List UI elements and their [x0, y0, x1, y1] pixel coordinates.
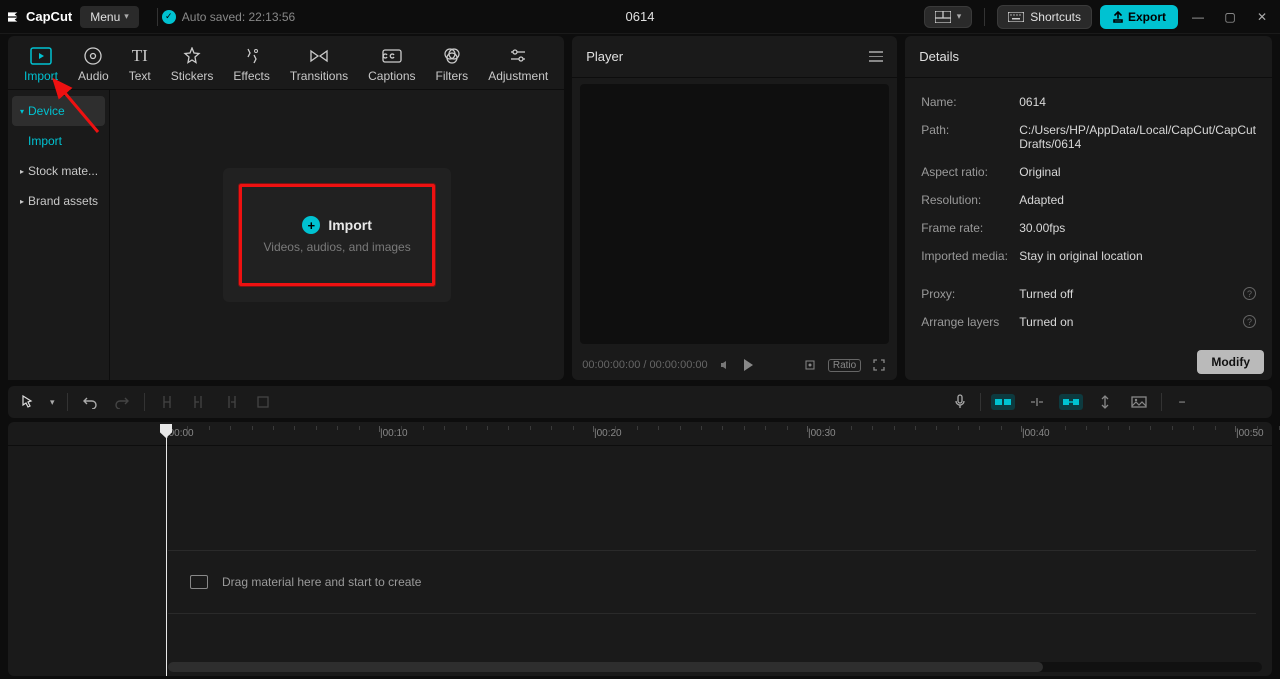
layout-button[interactable]: ▾ [924, 6, 973, 28]
text-icon: TI [129, 46, 151, 66]
player-header: Player [572, 36, 897, 78]
tool-dropdown[interactable]: ▾ [50, 397, 55, 408]
filters-icon [441, 46, 463, 66]
sidenav-device[interactable]: ▾Device [12, 96, 105, 126]
app-logo: CapCut [6, 9, 72, 25]
pointer-tool[interactable] [18, 392, 38, 412]
value-proxy: Turned off [1019, 287, 1243, 301]
minimize-button[interactable]: — [1186, 5, 1210, 29]
import-dropzone[interactable]: + Import Videos, audios, and images [223, 168, 451, 302]
label-aspect: Aspect ratio: [921, 165, 1019, 179]
import-area: + Import Videos, audios, and images [110, 90, 564, 380]
tab-transitions[interactable]: Transitions [280, 40, 358, 89]
auto-snap-button[interactable] [1025, 394, 1049, 410]
media-tabs: Import Audio TI Text Stickers Effects Tr… [8, 36, 564, 90]
timeline-tracks[interactable]: Drag material here and start to create [8, 446, 1272, 662]
redo-button[interactable] [112, 392, 132, 412]
volume-icon[interactable] [718, 357, 734, 373]
label-arrange: Arrange layers [921, 315, 1019, 329]
maximize-button[interactable]: ▢ [1218, 5, 1242, 29]
voiceover-button[interactable] [950, 392, 970, 412]
value-imported: Stay in original location [1019, 249, 1256, 263]
close-button[interactable]: ✕ [1250, 5, 1274, 29]
play-button[interactable] [744, 359, 753, 371]
tab-effects[interactable]: Effects [223, 40, 279, 89]
trim-right-button [221, 392, 241, 412]
tab-filters[interactable]: Filters [426, 40, 479, 89]
label-name: Name: [921, 95, 1019, 109]
player-viewport[interactable] [580, 84, 889, 344]
stickers-icon [181, 46, 203, 66]
separator [984, 8, 985, 26]
adjustment-icon [507, 46, 529, 66]
label-framerate: Frame rate: [921, 221, 1019, 235]
export-button[interactable]: Export [1100, 5, 1178, 29]
zoom-slider[interactable] [1202, 392, 1262, 412]
linkage-button[interactable] [1059, 394, 1083, 410]
zoom-out-button[interactable]: − [1172, 392, 1192, 412]
check-icon: ✓ [162, 10, 176, 24]
player-controls: 00:00:00:00 / 00:00:00:00 Ratio [572, 350, 897, 380]
time-display: 00:00:00:00 / 00:00:00:00 [582, 359, 707, 371]
delete-button [253, 392, 273, 412]
main-track-magnet-button[interactable] [991, 394, 1015, 410]
label-path: Path: [921, 123, 1019, 151]
trim-left-button [189, 392, 209, 412]
tab-audio[interactable]: Audio [68, 40, 119, 89]
scrollbar-thumb[interactable] [168, 662, 1043, 672]
help-icon[interactable]: ? [1243, 315, 1256, 328]
captions-icon [381, 46, 403, 66]
value-framerate: 30.00fps [1019, 221, 1256, 235]
effects-icon [241, 46, 263, 66]
tab-adjustment[interactable]: Adjustment [478, 40, 558, 89]
timeline-scrollbar[interactable] [168, 662, 1262, 672]
preview-axis-button[interactable] [1093, 394, 1117, 410]
label-imported: Imported media: [921, 249, 1019, 263]
value-arrange: Turned on [1019, 315, 1243, 329]
value-aspect: Original [1019, 165, 1256, 179]
tab-import[interactable]: Import [14, 40, 68, 89]
cover-button[interactable] [1127, 394, 1151, 410]
value-path: C:/Users/HP/AppData/Local/CapCut/CapCut … [1019, 123, 1256, 151]
ratio-button[interactable]: Ratio [828, 359, 861, 372]
timeline-panel: |00:00|00:10|00:20|00:30|00:40|00:50 Dra… [8, 422, 1272, 676]
shortcuts-button[interactable]: Shortcuts [997, 5, 1092, 29]
details-panel: Details Name:0614 Path:C:/Users/HP/AppDa… [905, 36, 1272, 380]
separator [157, 8, 158, 26]
timeline-toolbar: ▾ − [8, 386, 1272, 418]
tab-stickers[interactable]: Stickers [161, 40, 224, 89]
help-icon[interactable]: ? [1243, 287, 1256, 300]
player-menu-icon[interactable] [869, 51, 883, 62]
autosave-status: ✓ Auto saved: 22:13:56 [162, 10, 295, 24]
stabilize-icon[interactable] [802, 357, 818, 373]
modify-button[interactable]: Modify [1197, 350, 1264, 374]
sidenav-stock[interactable]: ▸Stock mate... [12, 156, 105, 186]
app-name: CapCut [26, 9, 72, 24]
value-resolution: Adapted [1019, 193, 1256, 207]
sidenav-brand[interactable]: ▸Brand assets [12, 186, 105, 216]
import-icon [30, 46, 52, 66]
timeline-ruler[interactable]: |00:00|00:10|00:20|00:30|00:40|00:50 [8, 422, 1272, 446]
details-header: Details [905, 36, 1272, 78]
tab-captions[interactable]: Captions [358, 40, 425, 89]
label-resolution: Resolution: [921, 193, 1019, 207]
menu-button[interactable]: Menu▾ [80, 6, 139, 28]
project-title: 0614 [626, 9, 655, 24]
label-proxy: Proxy: [921, 287, 1019, 301]
track-drop-hint: Drag material here and start to create [168, 550, 1256, 614]
media-panel: Import Audio TI Text Stickers Effects Tr… [8, 36, 564, 380]
undo-button[interactable] [80, 392, 100, 412]
film-icon [190, 575, 208, 589]
audio-icon [82, 46, 104, 66]
value-name: 0614 [1019, 95, 1256, 109]
split-button [157, 392, 177, 412]
annotation-highlight [239, 184, 435, 286]
tab-text[interactable]: TI Text [119, 40, 161, 89]
titlebar: CapCut Menu▾ ✓ Auto saved: 22:13:56 0614… [0, 0, 1280, 34]
fullscreen-icon[interactable] [871, 357, 887, 373]
player-panel: Player 00:00:00:00 / 00:00:00:00 Ratio [572, 36, 897, 380]
media-sidenav: ▾Device Import ▸Stock mate... ▸Brand ass… [8, 90, 110, 380]
transitions-icon [308, 46, 330, 66]
sidenav-import[interactable]: Import [12, 126, 105, 156]
